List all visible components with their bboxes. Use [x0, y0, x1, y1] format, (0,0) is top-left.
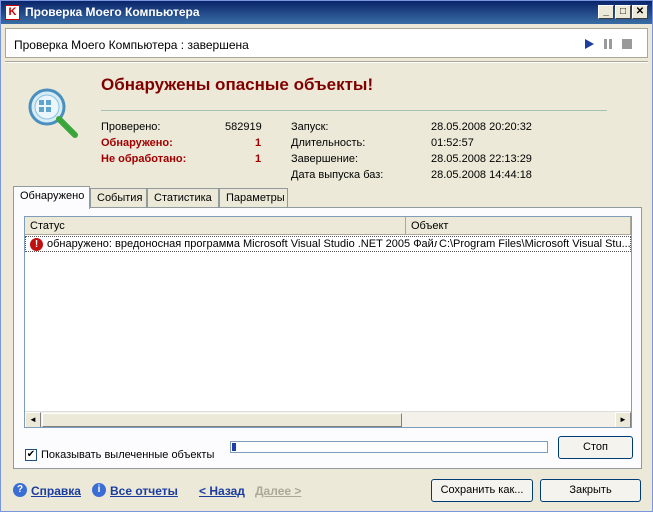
show-cured-label: Показывать вылеченные объекты [41, 449, 215, 461]
detected-value: 1 [255, 137, 262, 149]
header-divider [5, 61, 648, 63]
tab-statistics[interactable]: Статистика [147, 188, 219, 208]
close-window-button[interactable]: ✕ [632, 5, 648, 19]
row-status: обнаружено: вредоносная программа Micros… [47, 238, 437, 250]
detected-objects-list[interactable]: Статус Объект ! обнаружено: вредоносная … [24, 216, 632, 428]
column-header-status[interactable]: Статус [25, 217, 406, 235]
minimize-button[interactable]: _ [598, 5, 614, 19]
finish-label: Завершение: [291, 153, 359, 165]
detected-label: Обнаружено: [101, 137, 173, 149]
threat-headline: Обнаружены опасные объекты! [101, 75, 374, 94]
show-cured-checkbox[interactable]: ✔ [25, 449, 37, 461]
scanned-label: Проверено: [101, 121, 161, 133]
help-link[interactable]: Справка [31, 484, 81, 498]
pause-icon[interactable] [602, 38, 614, 50]
duration-label: Длительность: [291, 137, 366, 149]
all-reports-link[interactable]: Все отчеты [110, 484, 178, 498]
help-icon[interactable]: ? [13, 483, 27, 497]
save-as-button[interactable]: Сохранить как... [431, 479, 533, 502]
error-icon: ! [30, 238, 43, 251]
scroll-right-icon[interactable]: ► [615, 412, 631, 427]
tab-detected[interactable]: Обнаружено [13, 186, 90, 209]
finish-value: 28.05.2008 22:13:29 [431, 153, 532, 165]
tab-events[interactable]: События [90, 188, 147, 208]
tab-parameters[interactable]: Параметры [219, 188, 288, 208]
window-title: Проверка Моего Компьютера [25, 5, 200, 19]
close-button[interactable]: Закрыть [540, 479, 641, 502]
scroll-left-icon[interactable]: ◄ [25, 412, 41, 427]
scanned-value: 582919 [225, 121, 262, 133]
scroll-thumb[interactable] [42, 413, 402, 427]
magnifier-scan-icon [28, 88, 78, 138]
table-row[interactable]: ! обнаружено: вредоносная программа Micr… [25, 236, 631, 252]
kaspersky-logo-icon: K [5, 5, 20, 20]
headline-divider [101, 110, 607, 111]
stop-button[interactable]: Стоп [558, 436, 633, 459]
unprocessed-value: 1 [255, 153, 262, 165]
title-bar[interactable]: K Проверка Моего Компьютера _ □ ✕ [1, 1, 652, 24]
progress-fill [232, 443, 236, 451]
task-title: Проверка Моего Компьютера : завершена [14, 38, 249, 52]
task-header: Проверка Моего Компьютера : завершена [5, 28, 648, 58]
stop-icon[interactable] [621, 38, 633, 50]
play-icon[interactable] [583, 38, 595, 50]
next-link: Далее > [255, 484, 302, 498]
db-date-label: Дата выпуска баз: [291, 169, 384, 181]
start-value: 28.05.2008 20:20:32 [431, 121, 532, 133]
column-header-object[interactable]: Объект [406, 217, 631, 235]
duration-value: 01:52:57 [431, 137, 474, 149]
main-window: K Проверка Моего Компьютера _ □ ✕ Провер… [0, 0, 653, 512]
unprocessed-label: Не обработано: [101, 153, 187, 165]
maximize-button[interactable]: □ [615, 5, 631, 19]
horizontal-scrollbar[interactable]: ◄ ► [25, 411, 631, 427]
start-label: Запуск: [291, 121, 329, 133]
row-object: C:\Program Files\Microsoft Visual Stu... [439, 238, 631, 250]
db-date-value: 28.05.2008 14:44:18 [431, 169, 532, 181]
info-icon[interactable]: i [92, 483, 106, 497]
detected-tab-panel: Статус Объект ! обнаружено: вредоносная … [13, 207, 642, 469]
scan-progress-bar [230, 441, 548, 453]
back-link[interactable]: < Назад [199, 484, 245, 498]
